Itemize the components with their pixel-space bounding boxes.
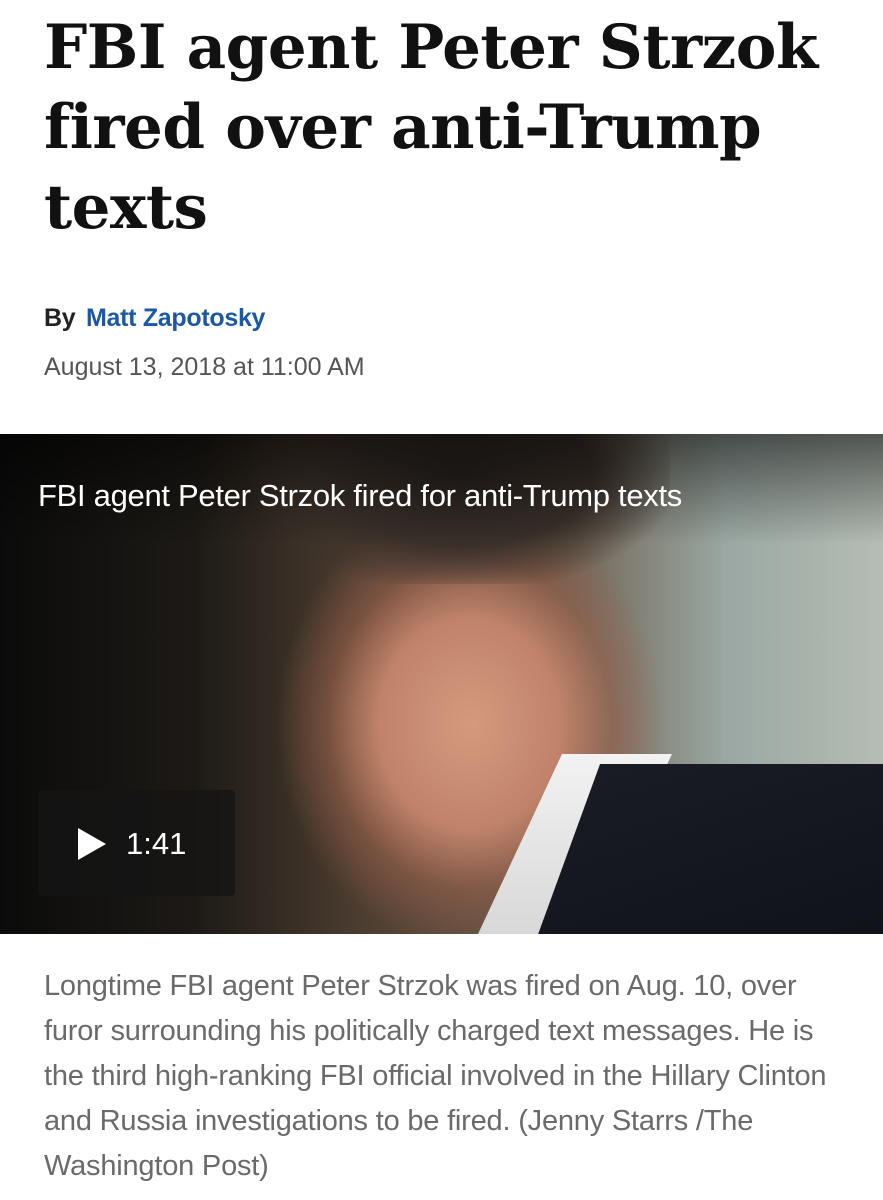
play-button[interactable]: 1:41 bbox=[38, 790, 235, 896]
video-player[interactable]: FBI agent Peter Strzok fired for anti-Tr… bbox=[0, 434, 883, 934]
article-headline: FBI agent Peter Strzok fired over anti-T… bbox=[44, 12, 818, 243]
byline-prefix: By bbox=[44, 304, 76, 332]
author-link[interactable]: Matt Zapotosky bbox=[86, 304, 265, 332]
video-duration: 1:41 bbox=[126, 826, 187, 861]
publish-date: August 13, 2018 at 11:00 AM bbox=[44, 353, 365, 381]
play-icon bbox=[78, 828, 106, 860]
video-caption: Longtime FBI agent Peter Strzok was fire… bbox=[44, 970, 827, 1182]
byline: By Matt Zapotosky bbox=[44, 304, 265, 333]
video-title: FBI agent Peter Strzok fired for anti-Tr… bbox=[38, 478, 683, 513]
